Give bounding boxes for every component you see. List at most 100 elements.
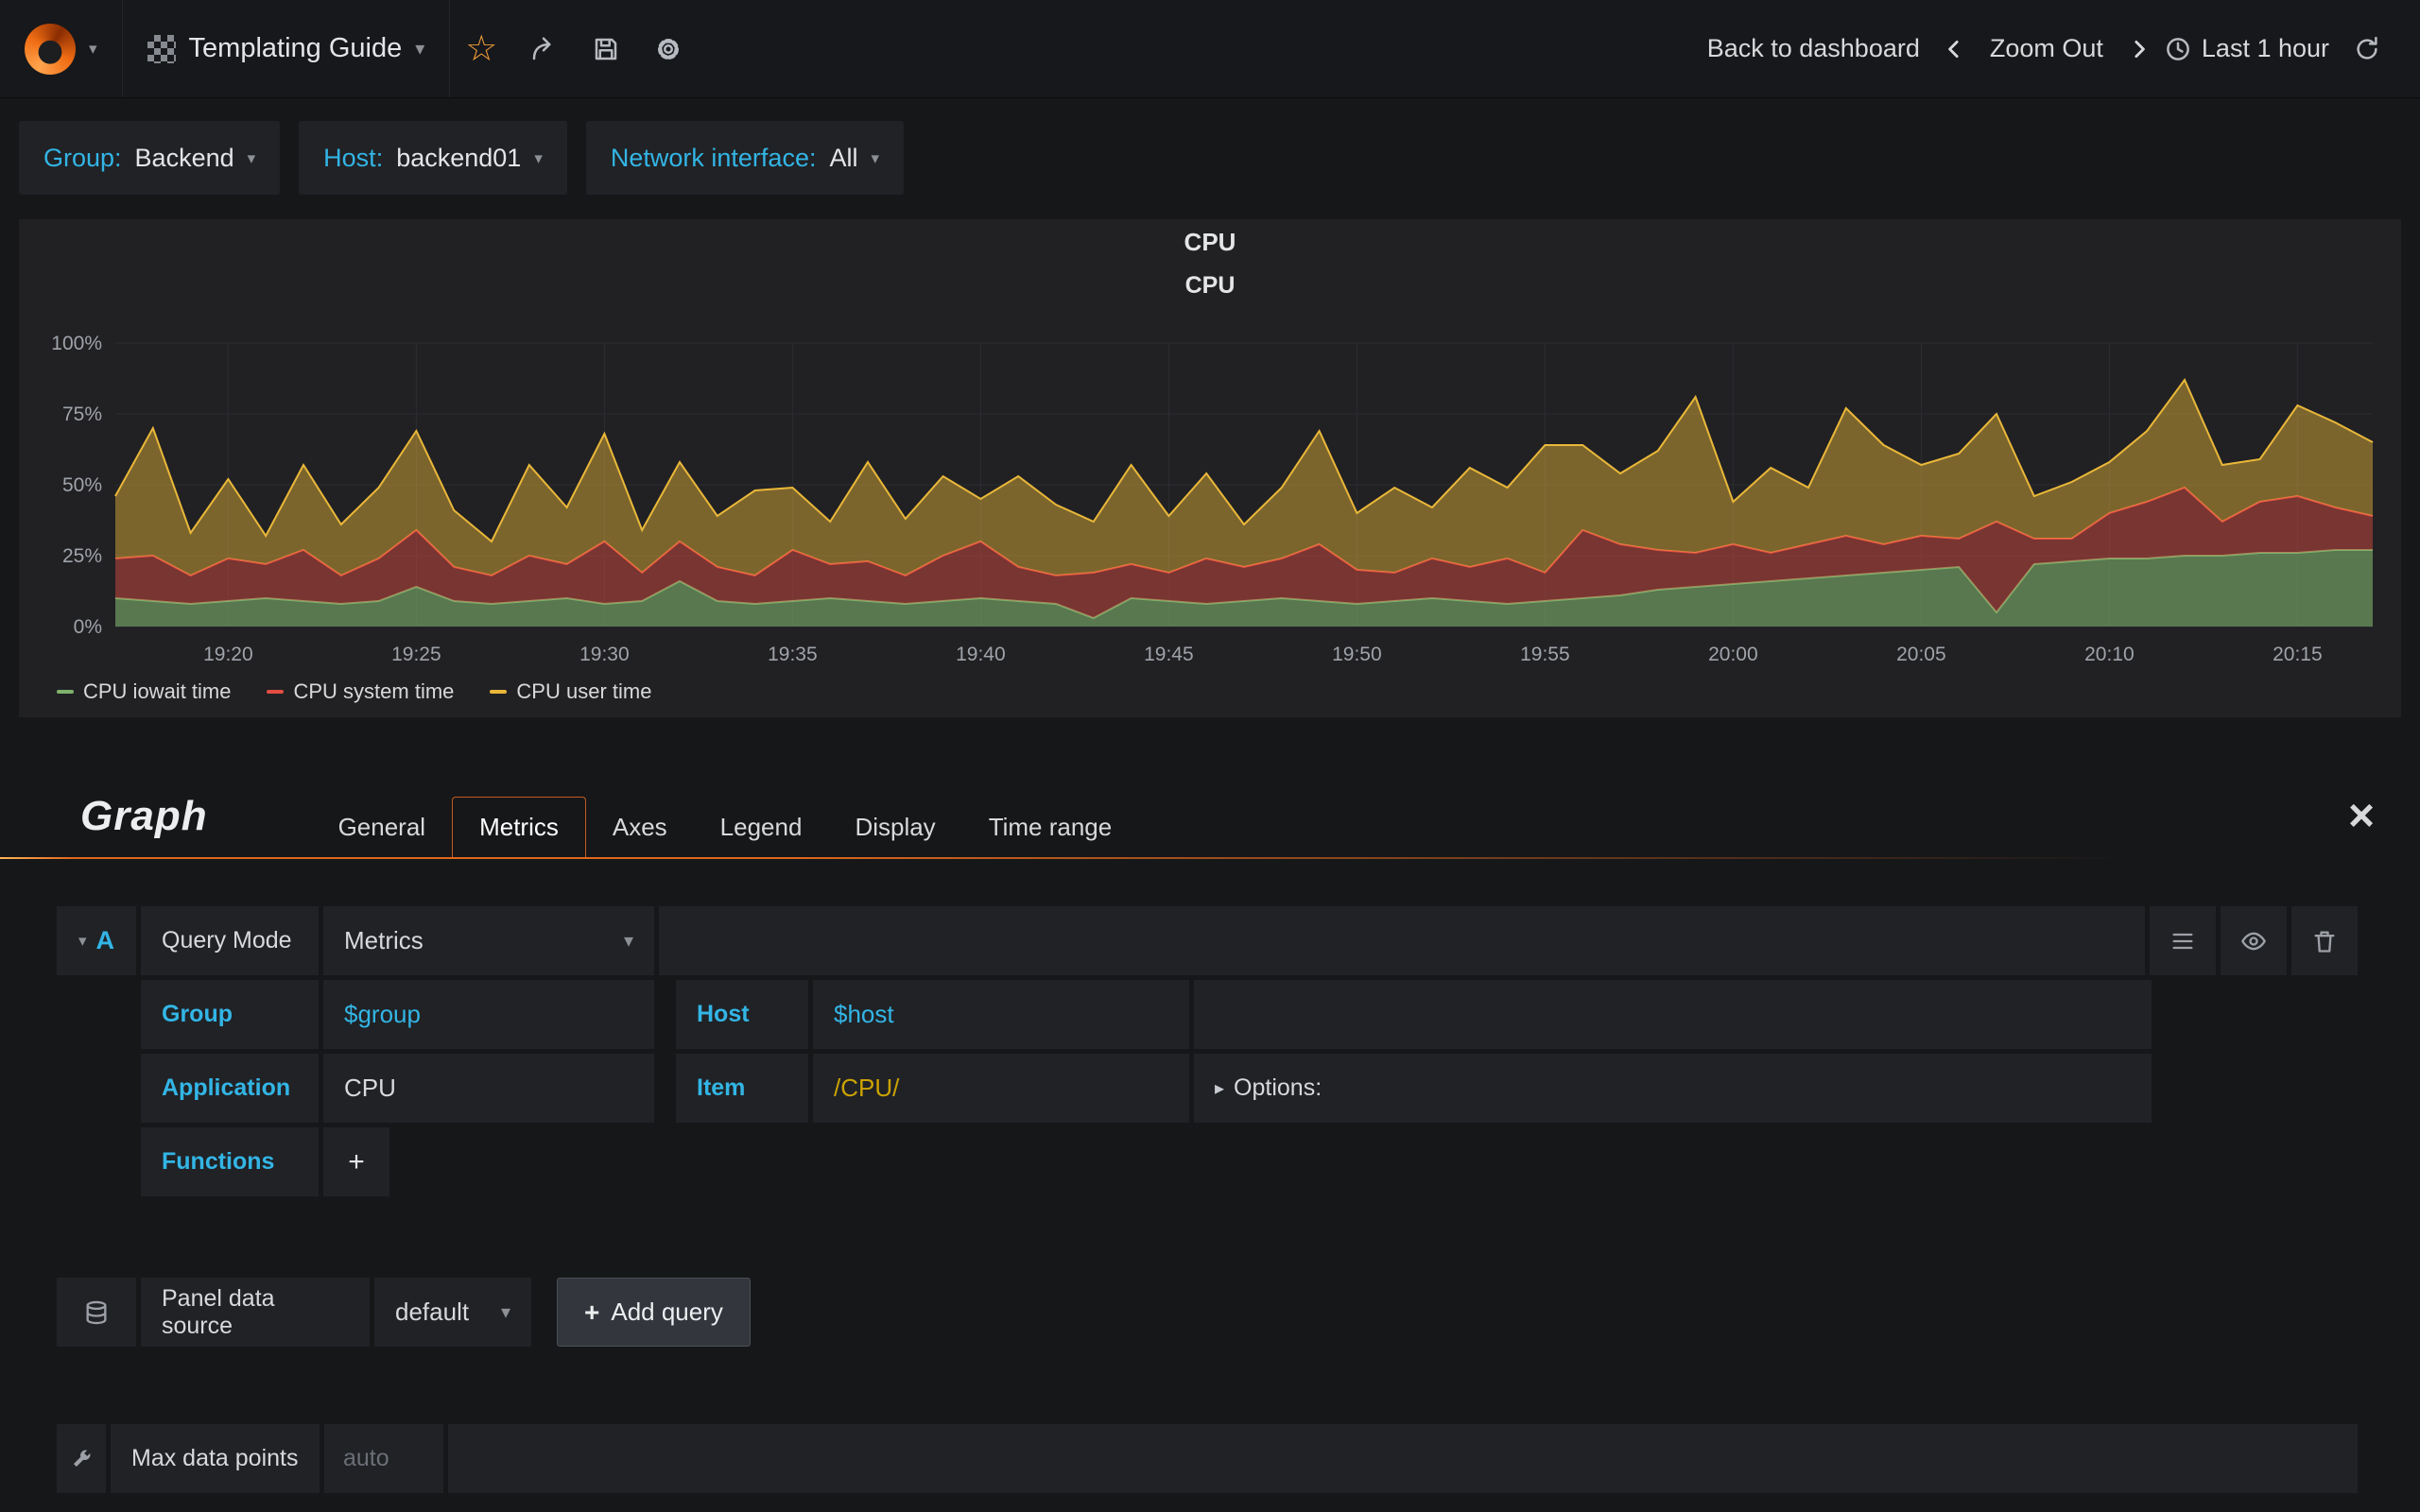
svg-text:19:50: 19:50 — [1332, 644, 1382, 665]
navbar: ▾ Templating Guide ▾ ☆ Back to dashboard — [0, 0, 2420, 98]
query-delete-button[interactable] — [2291, 906, 2358, 975]
row-filler — [1194, 980, 2152, 1049]
caret-down-icon: ▾ — [871, 148, 880, 167]
svg-text:19:25: 19:25 — [391, 644, 441, 665]
svg-text:0%: 0% — [74, 616, 102, 638]
legend-label[interactable]: CPU system time — [293, 679, 454, 704]
save-button[interactable] — [575, 0, 637, 97]
variable-group[interactable]: Group: Backend ▾ — [19, 121, 281, 195]
svg-text:25%: 25% — [62, 545, 102, 567]
svg-text:19:55: 19:55 — [1520, 644, 1570, 665]
add-query-button[interactable]: + Add query — [557, 1278, 751, 1347]
group-value-field[interactable]: $group — [323, 980, 654, 1049]
query-collapse-toggle[interactable]: ▾ A — [57, 906, 136, 975]
legend-color-swatch — [57, 690, 74, 694]
query-toggle-visibility-button[interactable] — [2221, 906, 2287, 975]
tab-axes[interactable]: Axes — [586, 797, 694, 857]
svg-text:19:20: 19:20 — [203, 644, 253, 665]
row-indent — [57, 1127, 136, 1196]
item-value-field[interactable]: /CPU/ — [813, 1054, 1189, 1123]
query-row-group-host: Group $group Host $host — [57, 980, 2358, 1049]
eye-icon — [2241, 932, 2266, 950]
tab-metrics[interactable]: Metrics — [452, 797, 586, 857]
row-indent — [57, 980, 136, 1049]
application-value-field[interactable]: CPU — [323, 1054, 654, 1123]
legend-item[interactable]: CPU iowait time — [57, 679, 231, 704]
back-to-dashboard-link[interactable]: Back to dashboard — [1698, 34, 1929, 63]
query-letter: A — [95, 926, 115, 954]
grafana-menu[interactable]: ▾ — [0, 0, 123, 97]
variable-network-interface[interactable]: Network interface: All ▾ — [585, 121, 905, 195]
plus-icon: + — [584, 1297, 600, 1327]
add-function-button[interactable]: + — [323, 1127, 389, 1196]
caret-down-icon: ▾ — [78, 932, 87, 950]
query-editor: ▾ A Query Mode Metrics ▾ Group $group Ho… — [0, 859, 2420, 1493]
panel-editor-tabs: General Metrics Axes Legend Display Time… — [312, 797, 1139, 857]
grafana-logo-icon — [25, 23, 76, 75]
query-mode-label: Query Mode — [141, 906, 319, 975]
query-mode-value: Metrics — [344, 926, 424, 954]
host-label: Host — [676, 980, 808, 1049]
svg-text:19:35: 19:35 — [768, 644, 818, 665]
group-label: Group — [141, 980, 319, 1049]
hamburger-menu-icon — [2172, 933, 2193, 949]
clock-icon — [2167, 37, 2189, 60]
query-menu-button[interactable] — [2150, 906, 2216, 975]
variable-host[interactable]: Host: backend01 ▾ — [299, 121, 567, 195]
cpu-stacked-area-chart[interactable]: 0% 25% 50% 75% 100% 19:20 19:25 19:30 19:35 19:40… — [28, 303, 2392, 674]
row-filler — [659, 906, 2145, 975]
variable-value: Backend — [134, 143, 234, 172]
chevron-left-icon[interactable] — [1943, 37, 1967, 61]
cpu-panel: CPU CPU 0% 25% 50% 75% 100% 19:20 19:25 19:30 19… — [19, 219, 2401, 717]
datasource-select[interactable]: default ▾ — [374, 1278, 531, 1347]
svg-text:100%: 100% — [51, 333, 102, 354]
wrench-icon — [73, 1450, 91, 1467]
legend-label[interactable]: CPU iowait time — [83, 679, 231, 704]
panel-editor: Graph General Metrics Axes Legend Displa… — [0, 776, 2420, 1493]
close-editor-icon[interactable]: × — [2331, 794, 2392, 839]
gear-icon — [658, 38, 680, 60]
chart-legend: CPU iowait time CPU system time CPU user t… — [19, 674, 2401, 717]
panel-type-title: Graph — [80, 793, 208, 839]
svg-text:20:15: 20:15 — [2273, 644, 2323, 665]
refresh-button[interactable] — [2342, 35, 2392, 63]
legend-item[interactable]: CPU user time — [490, 679, 651, 704]
host-value-field[interactable]: $host — [813, 980, 1189, 1049]
options-label: Options: — [1234, 1074, 1322, 1101]
tab-general[interactable]: General — [312, 797, 453, 857]
save-icon — [596, 38, 617, 60]
legend-label[interactable]: CPU user time — [516, 679, 651, 704]
tab-display[interactable]: Display — [828, 797, 961, 857]
share-button[interactable] — [512, 0, 575, 97]
dashboard-title: Templating Guide — [188, 33, 403, 63]
svg-text:75%: 75% — [62, 404, 102, 425]
chart-container: 0% 25% 50% 75% 100% 19:20 19:25 19:30 19:35 19:40… — [19, 303, 2401, 674]
variable-value: backend01 — [396, 143, 522, 172]
dashboard-actions: ☆ — [450, 0, 700, 97]
query-row-functions: Functions + — [57, 1127, 2358, 1196]
row-indent — [57, 1054, 136, 1123]
caret-right-icon: ▸ — [1215, 1078, 1225, 1099]
wrench-cell — [57, 1424, 106, 1493]
tab-legend[interactable]: Legend — [694, 797, 829, 857]
svg-text:19:40: 19:40 — [956, 644, 1006, 665]
max-data-points-input[interactable] — [341, 1444, 426, 1473]
options-expander[interactable]: ▸ Options: — [1215, 1074, 1322, 1102]
legend-color-swatch — [490, 690, 508, 694]
chevron-right-icon[interactable] — [2126, 37, 2151, 61]
functions-label: Functions — [141, 1127, 319, 1196]
query-mode-select[interactable]: Metrics ▾ — [323, 906, 654, 975]
time-range-picker[interactable]: Last 1 hour — [2164, 34, 2329, 63]
template-variables-row: Group: Backend ▾ Host: backend01 ▾ Netwo… — [0, 98, 2420, 219]
star-button[interactable]: ☆ — [450, 0, 512, 97]
datasource-row: Panel data source default ▾ + Add query — [57, 1278, 2358, 1347]
dashboard-title-dropdown[interactable]: Templating Guide ▾ — [123, 0, 451, 97]
tab-time-range[interactable]: Time range — [962, 797, 1139, 857]
datasource-icon-cell — [57, 1278, 136, 1347]
settings-button[interactable] — [637, 0, 700, 97]
panel-title[interactable]: CPU — [19, 219, 2401, 265]
legend-item[interactable]: CPU system time — [267, 679, 454, 704]
zoom-out-link[interactable]: Zoom Out — [1980, 34, 2113, 63]
svg-text:19:30: 19:30 — [579, 644, 630, 665]
time-range-label: Last 1 hour — [2201, 34, 2329, 62]
